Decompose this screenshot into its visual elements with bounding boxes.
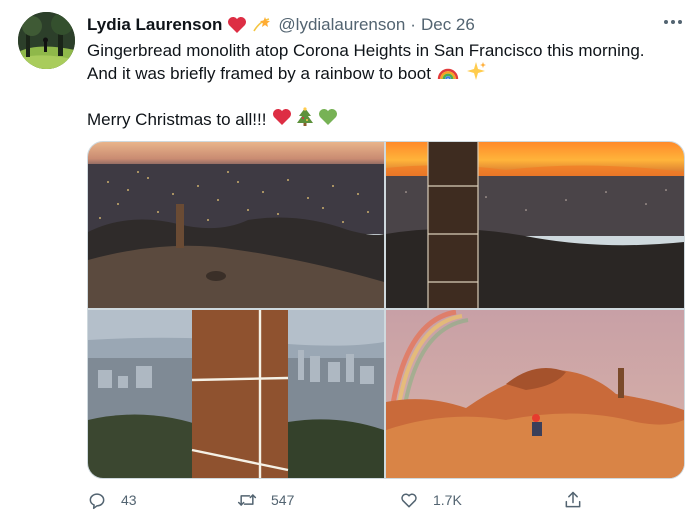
author-handle[interactable]: @lydialaurenson [278, 15, 405, 35]
photo-rainbow-rocks[interactable] [386, 310, 684, 478]
like-count: 1.7K [433, 492, 462, 508]
separator-dot: · [410, 15, 416, 34]
reply-count: 43 [121, 492, 137, 508]
author-name[interactable]: Lydia Laurenson [87, 15, 222, 35]
sparkles-emoji [466, 61, 487, 87]
photo-monolith-closeup-skyline[interactable] [88, 310, 384, 478]
tweet-date[interactable]: Dec 26 [421, 15, 475, 35]
rainbow-emoji [437, 62, 459, 86]
photo-monolith-sunset[interactable] [386, 142, 684, 308]
dizzy-star-emoji [252, 15, 272, 35]
reply-icon [89, 493, 105, 510]
retweet-icon [237, 494, 257, 506]
share-button[interactable] [563, 488, 583, 512]
tweet-text-line-2: And it was briefly framed by a rainbow t… [87, 64, 431, 83]
more-icon[interactable] [664, 14, 682, 30]
heart-emoji [227, 16, 247, 34]
christmas-tree-emoji [296, 106, 314, 133]
green-heart-emoji [318, 108, 338, 132]
retweet-count: 547 [271, 492, 295, 508]
heart-emoji [272, 108, 292, 132]
like-icon [401, 493, 417, 508]
tweet-actions: 43 547 1.7K [87, 488, 597, 512]
tweet-text-line-3: Merry Christmas to all!!! [87, 110, 267, 129]
author-avatar[interactable] [18, 12, 75, 69]
retweet-button[interactable]: 547 [237, 488, 294, 512]
tweet-text: Gingerbread monolith atop Corona Heights… [87, 39, 687, 131]
photo-city-lights-monolith[interactable] [88, 142, 384, 308]
tweet-header: Lydia Laurenson @lydialaurenson · Dec 26 [87, 12, 682, 38]
reply-button[interactable]: 43 [87, 488, 137, 512]
like-button[interactable]: 1.7K [399, 488, 462, 512]
tweet-text-line-1: Gingerbread monolith atop Corona Heights… [87, 41, 645, 60]
share-icon [565, 491, 581, 508]
photo-grid [87, 141, 685, 479]
